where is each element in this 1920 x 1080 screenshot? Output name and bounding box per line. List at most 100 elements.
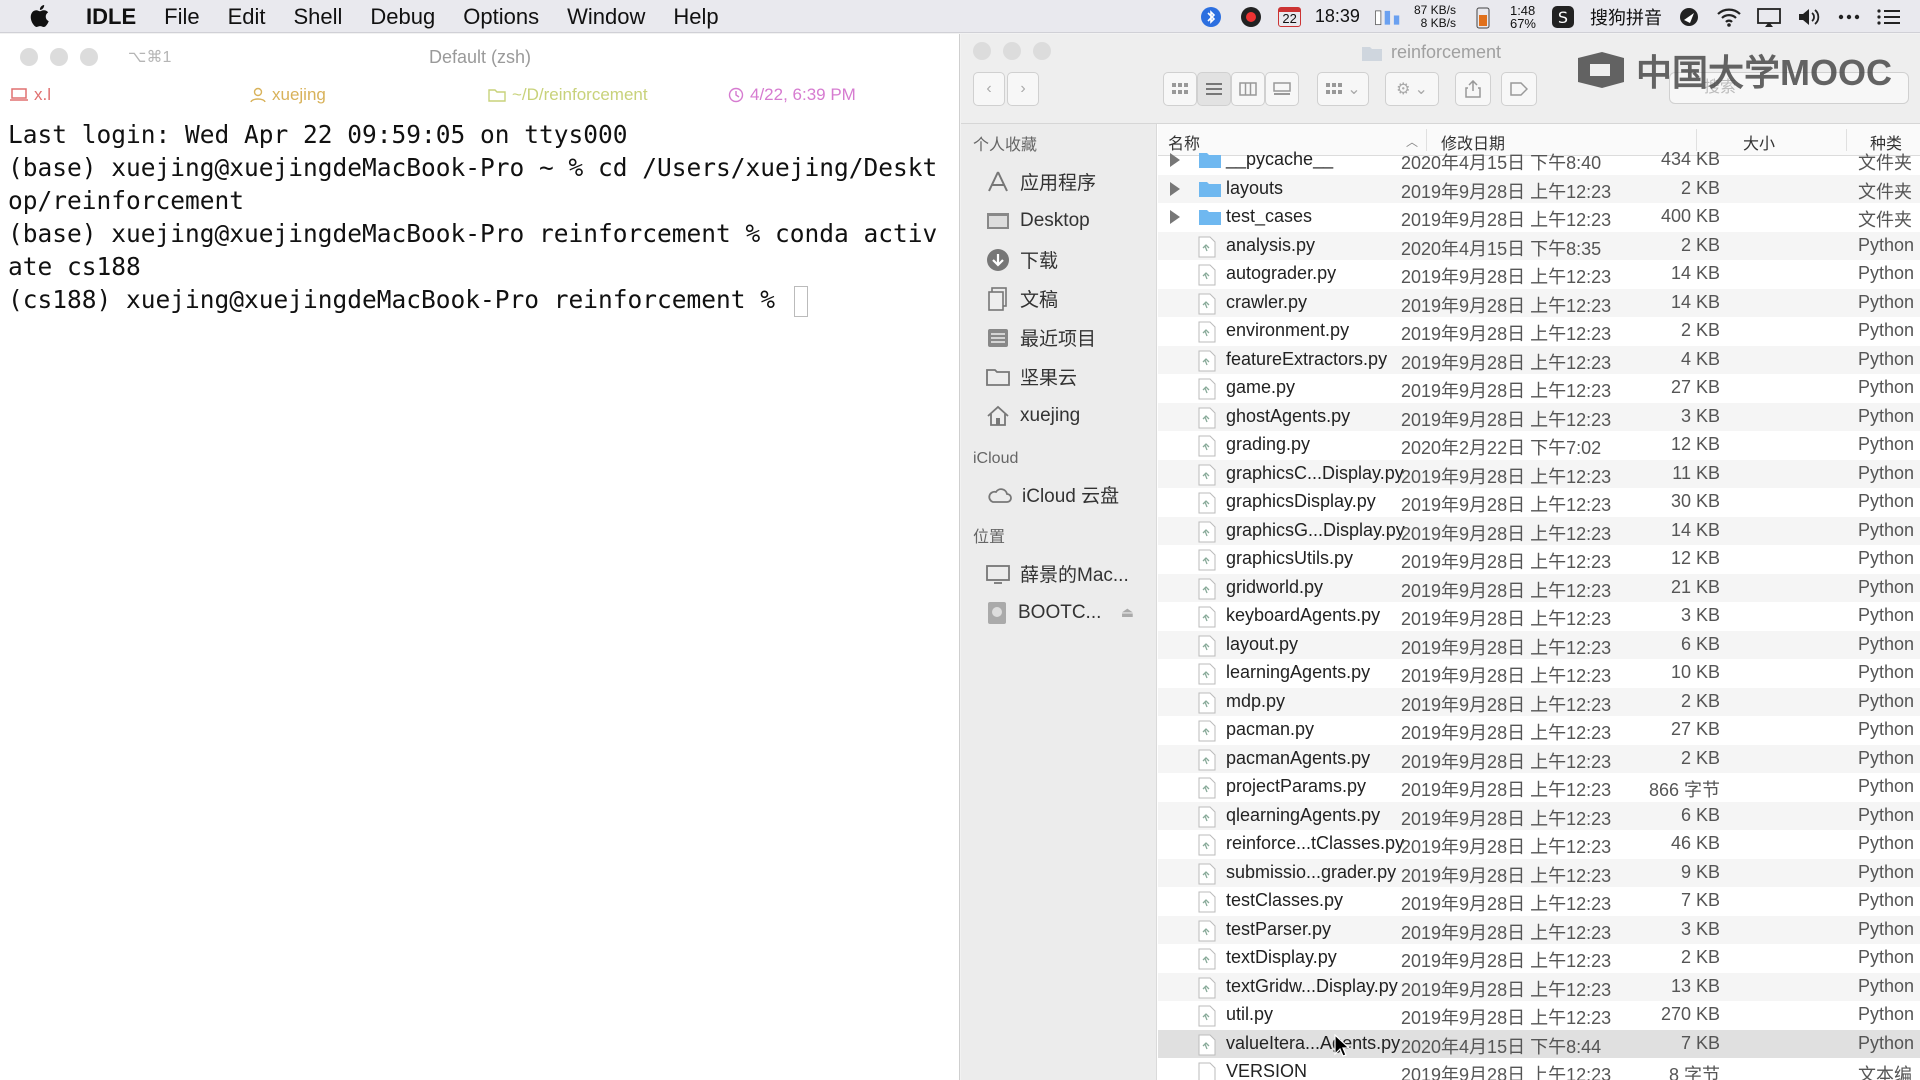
sidebar-item-home[interactable]: xuejing — [961, 396, 1156, 435]
sidebar-item-documents[interactable]: 文稿 — [961, 279, 1156, 318]
sidebar-item-mac[interactable]: 薛景的Mac... — [961, 554, 1156, 593]
file-date: 2020年4月15日 下午8:40 — [1401, 153, 1602, 173]
menubar-clock[interactable]: 18:39 — [1315, 6, 1360, 27]
file-row[interactable]: environment.py 2019年9月28日 上午12:23 2 KB Pyth… — [1158, 317, 1920, 346]
file-row[interactable]: testClasses.py 2019年9月28日 上午12:23 7 KB Pyth… — [1158, 887, 1920, 916]
file-name: testParser.py — [1226, 918, 1332, 939]
close-button[interactable] — [973, 42, 991, 60]
file-row[interactable]: valueItera...Agents.py 2020年4月15日 下午8:44 7… — [1158, 1029, 1920, 1058]
file-row[interactable]: graphicsG...Display.py 2019年9月28日 上午12:23… — [1158, 516, 1920, 545]
file-row[interactable]: grading.py 2020年2月22日 下午7:02 12 KB Python — [1158, 431, 1920, 460]
more-icon[interactable] — [1836, 4, 1862, 30]
folder-row[interactable]: test_cases 2019年9月28日 上午12:23 400 KB 文件夹 — [1158, 203, 1920, 232]
calendar-badge[interactable]: 22 — [1278, 6, 1301, 27]
battery-icon[interactable] — [1470, 4, 1496, 30]
icon-view-button[interactable] — [1163, 72, 1197, 106]
file-rows: __pycache__ 2020年4月15日 下午8:40 434 KB 文件夹 lay… — [1158, 146, 1920, 1080]
wifi-icon[interactable] — [1716, 4, 1742, 30]
file-row[interactable]: autograder.py 2019年9月28日 上午12:23 14 KB Pyth… — [1158, 260, 1920, 289]
list-view-button[interactable] — [1197, 72, 1231, 106]
menu-help[interactable]: Help — [659, 0, 732, 33]
terminal-titlebar[interactable]: ⌥⌘1 Default (zsh) — [0, 34, 959, 80]
file-row[interactable]: graphicsUtils.py 2019年9月28日 上午12:23 12 KB P… — [1158, 545, 1920, 574]
file-name: __pycache__ — [1226, 149, 1334, 169]
folder-row[interactable]: __pycache__ 2020年4月15日 下午8:40 434 KB 文件夹 — [1158, 146, 1920, 175]
app-status-icon[interactable] — [1238, 4, 1264, 30]
file-row[interactable]: submissio...grader.py 2019年9月28日 上午12:23 9… — [1158, 858, 1920, 887]
sidebar-item-desktop[interactable]: Desktop — [961, 201, 1156, 240]
file-row[interactable]: featureExtractors.py 2019年9月28日 上午12:23 4 … — [1158, 345, 1920, 374]
minimize-button[interactable] — [1003, 42, 1021, 60]
action-button[interactable]: ⚙ ⌄ — [1385, 72, 1439, 106]
file-date: 2019年9月28日 上午12:23 — [1401, 523, 1612, 544]
file-row[interactable]: projectParams.py 2019年9月28日 上午12:23 866 字节… — [1158, 773, 1920, 802]
column-view-button[interactable] — [1231, 72, 1265, 106]
menu-shell[interactable]: Shell — [280, 0, 357, 33]
file-row[interactable]: graphicsC...Display.py 2019年9月28日 上午12:23… — [1158, 459, 1920, 488]
file-row[interactable]: keyboardAgents.py 2019年9月28日 上午12:23 3 KB P… — [1158, 602, 1920, 631]
file-row[interactable]: testParser.py 2019年9月28日 上午12:23 3 KB Pytho… — [1158, 915, 1920, 944]
file-row[interactable]: textGridw...Display.py 2019年9月28日 上午12:23… — [1158, 972, 1920, 1001]
folder-icon — [986, 368, 1010, 386]
file-row[interactable]: analysis.py 2020年4月15日 下午8:35 2 KB Python — [1158, 231, 1920, 260]
menu-file[interactable]: File — [150, 0, 213, 33]
sidebar-item-icloud-drive[interactable]: iCloud 云盘 — [961, 475, 1156, 514]
terminal-output[interactable]: Last login: Wed Apr 22 09:59:05 on ttys0… — [0, 112, 959, 323]
file-date: 2019年9月28日 上午12:23 — [1401, 865, 1612, 886]
vpn-status-icon[interactable] — [1676, 4, 1702, 30]
notification-center-icon[interactable] — [1876, 4, 1902, 30]
gallery-view-button[interactable] — [1265, 72, 1299, 106]
file-row[interactable]: gridworld.py 2019年9月28日 上午12:23 21 KB Pytho… — [1158, 573, 1920, 602]
menu-debug[interactable]: Debug — [356, 0, 449, 33]
menu-window[interactable]: Window — [553, 0, 659, 33]
terminal-prompt-line[interactable]: (cs188) xuejing@xuejingdeMacBook-Pro rei… — [8, 283, 951, 317]
sidebar-item-jianguoyun[interactable]: 坚果云 — [961, 357, 1156, 396]
file-row[interactable]: graphicsDisplay.py 2019年9月28日 上午12:23 30 K… — [1158, 488, 1920, 517]
terminal-window[interactable]: ⌥⌘1 Default (zsh) x.l xuejing ~/D/reinfo… — [0, 34, 960, 1080]
finder-window[interactable]: reinforcement ‹ › ⌄ ⚙ ⌄ 搜索 中国大学MOOC 个人收藏 … — [961, 34, 1920, 1080]
disclosure-triangle-icon[interactable] — [1170, 153, 1180, 167]
file-list[interactable]: 名称 ︿ 修改日期 大小 种类 __pycache__ 2020年4月15日 下午… — [1158, 124, 1920, 1080]
file-row[interactable]: pacman.py 2019年9月28日 上午12:23 27 KB Python — [1158, 716, 1920, 745]
file-row[interactable]: mdp.py 2019年9月28日 上午12:23 2 KB Python — [1158, 687, 1920, 716]
file-row[interactable]: game.py 2019年9月28日 上午12:23 27 KB Python — [1158, 374, 1920, 403]
menu-options[interactable]: Options — [449, 0, 553, 33]
volume-icon[interactable] — [1796, 4, 1822, 30]
bluetooth-status-icon[interactable] — [1198, 4, 1224, 30]
group-by-button[interactable]: ⌄ — [1317, 72, 1369, 106]
sogou-ime-icon[interactable]: S — [1550, 4, 1576, 30]
file-row[interactable]: reinforce...tClasses.py 2019年9月28日 上午12:2… — [1158, 830, 1920, 859]
ime-label[interactable]: 搜狗拼音 — [1590, 4, 1662, 30]
apple-icon[interactable] — [28, 3, 54, 29]
tags-button[interactable] — [1501, 72, 1537, 106]
file-row[interactable]: layout.py 2019年9月28日 上午12:23 6 KB Python — [1158, 630, 1920, 659]
file-row[interactable]: VERSION 2019年9月28日 上午12:23 8 字节 文本编 — [1158, 1058, 1920, 1080]
sidebar-item-bootcamp[interactable]: BOOTC... ⏏ — [961, 593, 1156, 632]
file-row[interactable]: textDisplay.py 2019年9月28日 上午12:23 2 KB Pyth… — [1158, 944, 1920, 973]
file-date: 2019年9月28日 上午12:23 — [1401, 780, 1612, 800]
forward-button[interactable]: › — [1007, 72, 1039, 106]
list-view-icon — [1206, 83, 1222, 95]
file-row[interactable]: util.py 2019年9月28日 上午12:23 270 KB Python — [1158, 1001, 1920, 1030]
terminal-line: (base) xuejing@xuejingdeMacBook-Pro rein… — [8, 219, 938, 248]
sidebar-item-applications[interactable]: 应用程序 — [961, 162, 1156, 201]
disclosure-triangle-icon[interactable] — [1170, 210, 1180, 224]
share-button[interactable] — [1455, 72, 1491, 106]
file-row[interactable]: learningAgents.py 2019年9月28日 上午12:23 10 KB… — [1158, 659, 1920, 688]
file-row[interactable]: crawler.py 2019年9月28日 上午12:23 14 KB Python — [1158, 288, 1920, 317]
disclosure-triangle-icon[interactable] — [1170, 181, 1180, 196]
python-file-icon — [1198, 578, 1216, 599]
sidebar-item-recents[interactable]: 最近项目 — [961, 318, 1156, 357]
zoom-button[interactable] — [1033, 42, 1051, 60]
eject-icon[interactable]: ⏏ — [1121, 604, 1134, 621]
file-row[interactable]: qlearningAgents.py 2019年9月28日 上午12:23 6 KB… — [1158, 801, 1920, 830]
menu-app-name[interactable]: IDLE — [76, 0, 150, 33]
chevron-down-icon: ⌄ — [1347, 81, 1361, 98]
back-button[interactable]: ‹ — [973, 72, 1005, 106]
file-row[interactable]: pacmanAgents.py 2019年9月28日 上午12:23 2 KB Pyt… — [1158, 744, 1920, 773]
airplay-icon[interactable] — [1756, 4, 1782, 30]
file-row[interactable]: ghostAgents.py 2019年9月28日 上午12:23 3 KB Pyth… — [1158, 402, 1920, 431]
sidebar-item-downloads[interactable]: 下载 — [961, 240, 1156, 279]
folder-row[interactable]: layouts 2019年9月28日 上午12:23 2 KB 文件夹 — [1158, 174, 1920, 203]
menu-edit[interactable]: Edit — [214, 0, 280, 33]
